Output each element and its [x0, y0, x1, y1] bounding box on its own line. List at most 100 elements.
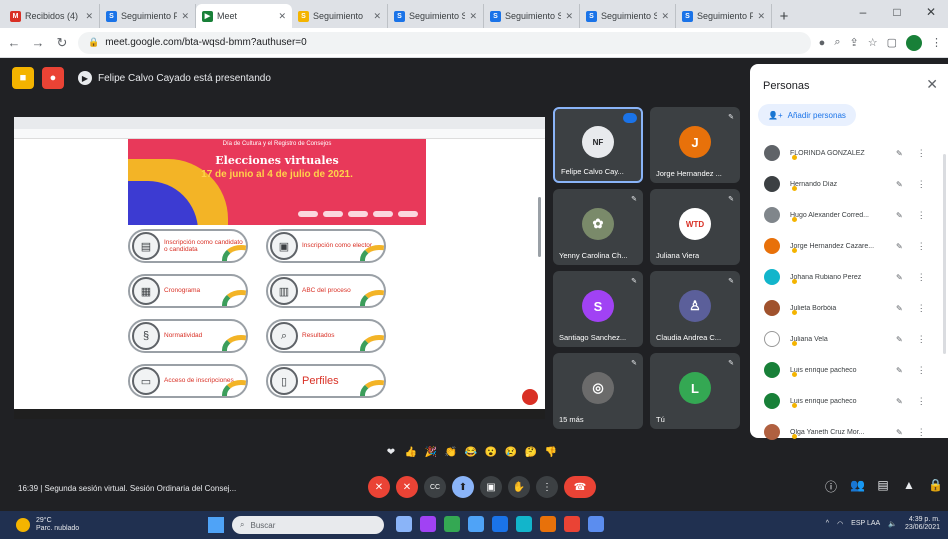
- row-more-icon[interactable]: ⋮: [917, 334, 926, 345]
- row-more-icon[interactable]: ⋮: [917, 427, 926, 438]
- new-tab-button[interactable]: +: [772, 4, 796, 28]
- mic-muted-icon[interactable]: ✎: [896, 397, 903, 406]
- volume-icon[interactable]: 🔈: [888, 520, 897, 528]
- activities-icon[interactable]: ▲: [902, 478, 916, 495]
- tab-close-icon[interactable]: ✕: [757, 11, 765, 22]
- reaction-emoji[interactable]: 🤔: [524, 445, 538, 459]
- browser-tab[interactable]: S Seguimiento Sol ✕: [580, 4, 676, 28]
- share-icon[interactable]: ⇪: [850, 36, 859, 49]
- row-more-icon[interactable]: ⋮: [917, 303, 926, 314]
- add-people-button[interactable]: 👤+ Añadir personas: [758, 104, 856, 126]
- maximize-button[interactable]: □: [880, 0, 914, 24]
- explorer-icon[interactable]: [468, 516, 484, 532]
- row-more-icon[interactable]: ⋮: [917, 396, 926, 407]
- profile-avatar[interactable]: [906, 34, 922, 51]
- tab-close-icon[interactable]: ✕: [565, 11, 573, 22]
- raise-hand-button[interactable]: ✋: [508, 476, 530, 498]
- zoom-icon[interactable]: ⌕: [834, 36, 840, 49]
- participant-row[interactable]: Luis enrique pacheco ✎ ⋮: [750, 355, 948, 385]
- language-indicator[interactable]: ESP LAA: [851, 520, 880, 527]
- reaction-emoji[interactable]: 😮: [484, 445, 498, 459]
- info-icon[interactable]: ⓘ: [824, 478, 838, 495]
- reaction-emoji[interactable]: 🎉: [424, 445, 438, 459]
- people-icon[interactable]: 👥: [850, 478, 865, 495]
- browser-tab[interactable]: S Seguimiento PI ✕: [676, 4, 772, 28]
- store-icon[interactable]: [492, 516, 508, 532]
- screen-button[interactable]: ▣: [480, 476, 502, 498]
- reload-icon[interactable]: ↻: [54, 35, 70, 51]
- taskview-icon[interactable]: [396, 516, 412, 532]
- mic-muted-icon[interactable]: ✎: [896, 242, 903, 251]
- participant-tile[interactable]: J Jorge Hernandez ... ✎: [650, 107, 740, 183]
- camera-icon[interactable]: ●: [819, 37, 826, 49]
- participant-row[interactable]: Jorge Hernandez Cazare... ✎ ⋮: [750, 231, 948, 261]
- row-more-icon[interactable]: ⋮: [917, 148, 926, 159]
- participant-row[interactable]: Hugo Alexander Corred... ✎ ⋮: [750, 200, 948, 230]
- browser-tab[interactable]: S Seguimiento ✕: [292, 4, 388, 28]
- host-controls-icon[interactable]: 🔒: [928, 478, 943, 495]
- start-button[interactable]: [208, 517, 224, 533]
- reaction-emoji[interactable]: 👎: [544, 445, 558, 459]
- mic-muted-icon[interactable]: ✎: [896, 180, 903, 189]
- slide-option-button[interactable]: ▣ Inscripción como elector: [266, 229, 386, 263]
- row-more-icon[interactable]: ⋮: [917, 179, 926, 190]
- taskbar-search[interactable]: ⌕ Buscar: [232, 516, 384, 534]
- mic-muted-icon[interactable]: ✎: [896, 149, 903, 158]
- wifi-icon[interactable]: ◠: [837, 520, 843, 528]
- back-icon[interactable]: ←: [6, 35, 22, 50]
- camera-off-button[interactable]: ✕: [396, 476, 418, 498]
- tab-close-icon[interactable]: ✕: [373, 11, 381, 22]
- present-button[interactable]: ⬆: [452, 476, 474, 498]
- row-more-icon[interactable]: ⋮: [917, 210, 926, 221]
- participant-row[interactable]: Julieta Borbóia ✎ ⋮: [750, 293, 948, 323]
- participant-row[interactable]: Hernando Díaz ✎ ⋮: [750, 169, 948, 199]
- tab-close-icon[interactable]: ✕: [85, 11, 93, 22]
- mail-icon[interactable]: [516, 516, 532, 532]
- url-field[interactable]: 🔒 meet.google.com/bta-wqsd-bmm?authuser=…: [78, 31, 811, 54]
- participant-tile[interactable]: WTD Juliana Viera ✎: [650, 189, 740, 265]
- tab-close-icon[interactable]: ✕: [278, 11, 286, 22]
- browser-tab[interactable]: M Recibidos (4) ✕: [4, 4, 100, 28]
- extensions-icon[interactable]: ▢: [887, 36, 897, 49]
- participant-tile[interactable]: NF Felipe Calvo Cay...: [553, 107, 643, 183]
- minimize-button[interactable]: –: [846, 0, 880, 24]
- close-panel-button[interactable]: ✕: [926, 76, 938, 93]
- meet-record-icon[interactable]: ●: [42, 67, 64, 89]
- slide-option-button[interactable]: ▤ Inscripción como candidato o candidata: [128, 229, 248, 263]
- reaction-emoji[interactable]: 😢: [504, 445, 518, 459]
- slide-option-button[interactable]: ⌕ Resultados: [266, 319, 386, 353]
- mic-muted-icon[interactable]: ✎: [896, 428, 903, 437]
- slide-option-button[interactable]: ▦ Cronograma: [128, 274, 248, 308]
- mic-muted-icon[interactable]: ✎: [896, 211, 903, 220]
- reaction-emoji[interactable]: 😂: [464, 445, 478, 459]
- tab-close-icon[interactable]: ✕: [469, 11, 477, 22]
- participant-tile[interactable]: ◎ 15 más ✎: [553, 353, 643, 429]
- mic-muted-icon[interactable]: ✎: [896, 366, 903, 375]
- browser-tab[interactable]: S Seguimiento Sol ✕: [484, 4, 580, 28]
- slide-option-button[interactable]: § Normatividad: [128, 319, 248, 353]
- app-icon[interactable]: [564, 516, 580, 532]
- mic-off-button[interactable]: ✕: [368, 476, 390, 498]
- participant-tile[interactable]: ♙ Claudia Andrea C... ✎: [650, 271, 740, 347]
- slide-option-button[interactable]: ▭ Acceso de inscripciones: [128, 364, 248, 398]
- tab-close-icon[interactable]: ✕: [181, 11, 189, 22]
- reaction-emoji[interactable]: 👍: [404, 445, 418, 459]
- row-more-icon[interactable]: ⋮: [917, 365, 926, 376]
- participant-row[interactable]: FLORINDA GONZALEZ ✎ ⋮: [750, 138, 948, 168]
- slide-option-button[interactable]: ▥ ABC del proceso: [266, 274, 386, 308]
- mic-muted-icon[interactable]: ✎: [896, 273, 903, 282]
- clock[interactable]: 4:39 p. m. 23/06/2021: [905, 516, 940, 531]
- browser-tab[interactable]: S Seguimiento PI ✕: [100, 4, 196, 28]
- close-window-button[interactable]: ✕: [914, 0, 948, 24]
- participant-row[interactable]: Johana Rubiano Perez ✎ ⋮: [750, 262, 948, 292]
- row-more-icon[interactable]: ⋮: [917, 241, 926, 252]
- chrome-icon[interactable]: [540, 516, 556, 532]
- reaction-emoji[interactable]: ❤: [384, 445, 398, 459]
- mic-muted-icon[interactable]: ✎: [896, 335, 903, 344]
- panel-scrollbar[interactable]: [943, 154, 946, 354]
- participant-row[interactable]: Juliana Vela ✎ ⋮: [750, 324, 948, 354]
- participant-tile[interactable]: L Tú ✎: [650, 353, 740, 429]
- mic-muted-icon[interactable]: ✎: [896, 304, 903, 313]
- participant-tile[interactable]: S Santiago Sanchez... ✎: [553, 271, 643, 347]
- chat-icon[interactable]: ▤: [876, 478, 890, 495]
